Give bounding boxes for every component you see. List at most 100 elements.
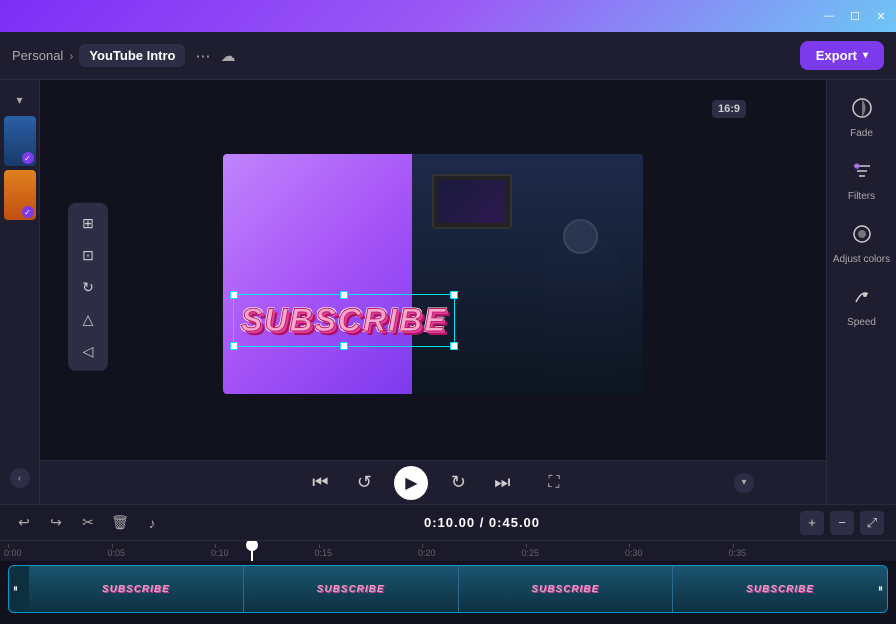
- delete-button[interactable]: 🗑: [108, 511, 132, 535]
- timeline-area: ↩ ↪ ✂ 🗑 ♪ 0:10.00 / 0:45.00 + − ⤢ 0:00 0…: [0, 504, 896, 624]
- ruler-label-3: 0:15: [315, 548, 333, 558]
- adjust-colors-tool[interactable]: Adjust colors: [833, 218, 890, 265]
- panel-toggle[interactable]: ▾: [8, 88, 32, 112]
- preview-area: ⊞ ⊡ ↻ △ ◁: [40, 80, 826, 460]
- current-time-display: 0:10.00 / 0:45.00: [172, 515, 792, 530]
- ruler-label-1: 0:05: [108, 548, 126, 558]
- handle-tm[interactable]: [340, 291, 348, 299]
- track-subscribe-label-3: SUBSCRIBE: [531, 584, 599, 595]
- ruler-mark-7: 0:35: [733, 544, 837, 558]
- track-segment-1: SUBSCRIBE: [29, 566, 244, 612]
- time-current: 0:10.00: [424, 515, 475, 530]
- media-thumbnail-2[interactable]: ✓: [4, 170, 36, 220]
- timeline-zoom-controls: + − ⤢: [800, 511, 884, 535]
- ruler-label-6: 0:30: [625, 548, 643, 558]
- speed-tool[interactable]: Speed: [846, 281, 878, 328]
- person-area: [412, 154, 643, 394]
- side-collapse-button[interactable]: ‹: [10, 468, 30, 488]
- timeline-header: ↩ ↪ ✂ 🗑 ♪ 0:10.00 / 0:45.00 + − ⤢: [0, 505, 896, 541]
- center-area: ⊞ ⊡ ↻ △ ◁: [40, 80, 826, 504]
- timeline-collapse-button[interactable]: ▾: [734, 473, 754, 493]
- flip-tool-button[interactable]: △: [74, 305, 102, 333]
- person-head: [563, 219, 598, 254]
- timeline-ruler: 0:00 0:05 0:10 0:15 0:20: [0, 541, 896, 561]
- zoom-out-button[interactable]: −: [830, 511, 854, 535]
- timeline-scroll-area[interactable]: 0:00 0:05 0:10 0:15 0:20: [0, 541, 896, 624]
- ruler-label-7: 0:35: [729, 548, 747, 558]
- align-tool-button[interactable]: ◁: [74, 337, 102, 365]
- aspect-ratio-badge[interactable]: 16:9: [712, 100, 746, 118]
- maximize-button[interactable]: ☐: [848, 9, 862, 23]
- track-subscribe-label-4: SUBSCRIBE: [746, 584, 814, 595]
- play-button[interactable]: ▶: [394, 466, 428, 500]
- ruler-label-4: 0:20: [418, 548, 436, 558]
- monitor-screen: [438, 180, 506, 223]
- adjust-colors-icon: [846, 218, 878, 250]
- filters-label: Filters: [848, 191, 875, 202]
- track-segment-2: SUBSCRIBE: [244, 566, 459, 612]
- playback-controls: ⏮ ↺ ▶ ↻ ⏭ ⛶ ▾: [40, 460, 826, 504]
- timeline-track-1[interactable]: ⏸ SUBSCRIBE SUBSCRIBE SUBSCRIBE SUBSCRIB…: [8, 565, 888, 613]
- rotate-tool-button[interactable]: ↻: [74, 273, 102, 301]
- fit-timeline-button[interactable]: ⤢: [860, 511, 884, 535]
- crop-tool-button[interactable]: ⊞: [74, 209, 102, 237]
- breadcrumb-parent[interactable]: Personal: [12, 48, 63, 63]
- fade-icon: [846, 92, 878, 124]
- ruler-mark-5: 0:25: [526, 544, 630, 558]
- track-segment-4: SUBSCRIBE: [673, 566, 887, 612]
- cut-button[interactable]: ✂: [76, 511, 100, 535]
- handle-br[interactable]: [450, 342, 458, 350]
- media-thumbnail-1[interactable]: ✓: [4, 116, 36, 166]
- selection-box: [233, 294, 455, 347]
- speed-label: Speed: [847, 317, 876, 328]
- zoom-in-button[interactable]: +: [800, 511, 824, 535]
- track-subscribe-label-2: SUBSCRIBE: [317, 584, 385, 595]
- handle-tr[interactable]: [450, 291, 458, 299]
- rewind-button[interactable]: ↺: [350, 469, 378, 497]
- filters-tool[interactable]: Filters: [846, 155, 878, 202]
- handle-bl[interactable]: [230, 342, 238, 350]
- redo-button[interactable]: ↪: [44, 511, 68, 535]
- check-mark-icon: ✓: [22, 152, 34, 164]
- breadcrumb-separator: ›: [69, 49, 73, 63]
- person-silhouette: [543, 234, 623, 394]
- aspect-ratio-value: 16:9: [712, 100, 746, 118]
- video-background: [223, 154, 643, 394]
- video-bg-left: [223, 154, 412, 394]
- header-icons: ⋯ ☁: [195, 47, 235, 65]
- ruler-label-2: 0:10: [211, 548, 229, 558]
- subscribe-overlay[interactable]: SUBSCRIBE: [241, 302, 447, 339]
- fullscreen-button[interactable]: ⛶: [548, 474, 559, 492]
- export-button[interactable]: Export ▾: [800, 41, 884, 70]
- header: Personal › YouTube Intro ⋯ ☁ Export ▾: [0, 32, 896, 80]
- undo-button[interactable]: ↩: [12, 511, 36, 535]
- cloud-save-icon[interactable]: ☁: [220, 47, 235, 65]
- audio-button[interactable]: ♪: [140, 511, 164, 535]
- playhead[interactable]: [251, 541, 253, 561]
- window-controls: — ☐ ✕: [822, 9, 888, 23]
- track-segment-3: SUBSCRIBE: [459, 566, 674, 612]
- time-separator: /: [475, 515, 489, 530]
- skip-forward-button[interactable]: ⏭: [488, 469, 516, 497]
- ruler-marks: 0:00 0:05 0:10 0:15 0:20: [8, 544, 836, 558]
- filters-icon: [846, 155, 878, 187]
- ruler-mark-1: 0:05: [112, 544, 216, 558]
- breadcrumb-current[interactable]: YouTube Intro: [79, 44, 185, 67]
- ruler-mark-2: 0:10: [215, 544, 319, 558]
- handle-bm[interactable]: [340, 342, 348, 350]
- monitor-shape: [432, 174, 512, 229]
- floating-toolbar: ⊞ ⊡ ↻ △ ◁: [68, 203, 108, 371]
- resize-tool-button[interactable]: ⊡: [74, 241, 102, 269]
- skip-back-button[interactable]: ⏮: [306, 469, 334, 497]
- close-button[interactable]: ✕: [874, 9, 888, 23]
- ruler-label-0: 0:00: [4, 548, 22, 558]
- fade-tool[interactable]: Fade: [846, 92, 878, 139]
- time-total: 0:45.00: [489, 515, 540, 530]
- more-options-icon[interactable]: ⋯: [195, 47, 210, 65]
- track-end-icon: ⏸: [878, 584, 883, 595]
- forward-button[interactable]: ↻: [444, 469, 472, 497]
- ruler-mark-0: 0:00: [8, 544, 112, 558]
- fade-label: Fade: [850, 128, 873, 139]
- handle-tl[interactable]: [230, 291, 238, 299]
- minimize-button[interactable]: —: [822, 9, 836, 23]
